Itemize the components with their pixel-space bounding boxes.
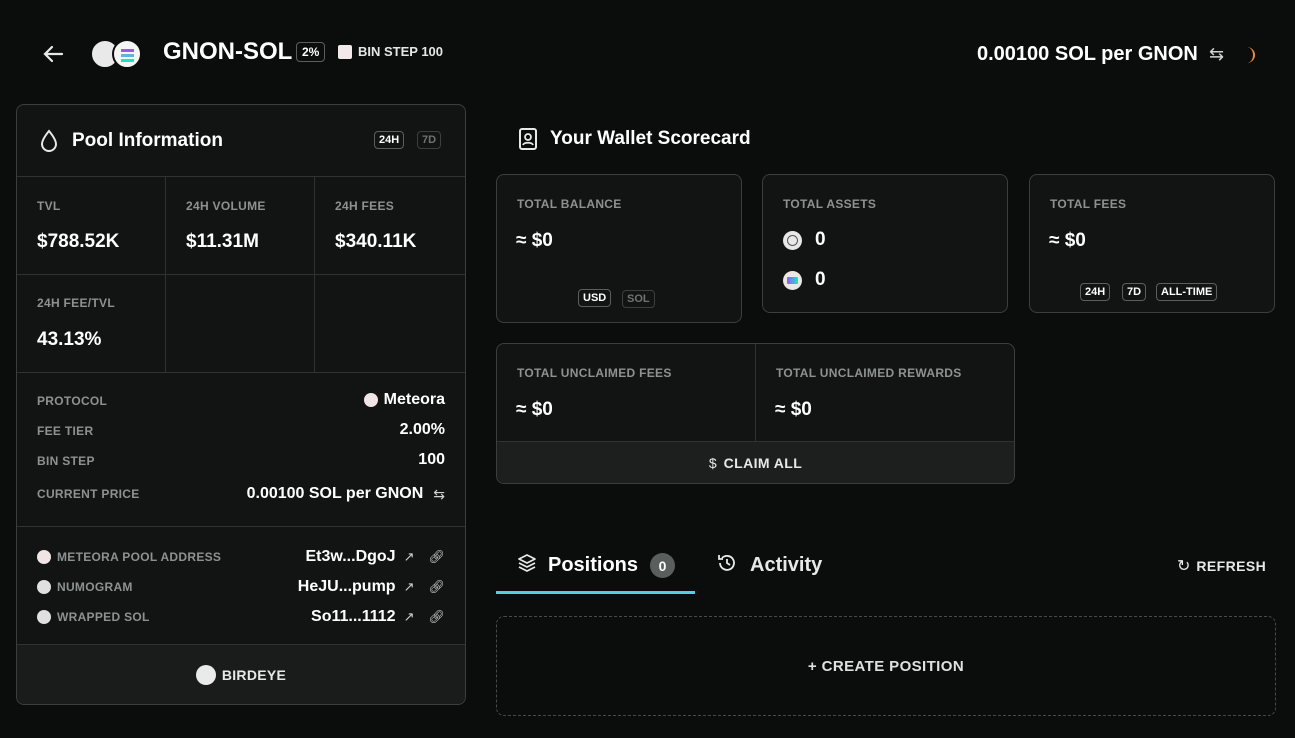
wallet-icon — [518, 127, 538, 156]
address-row-wsol: WRAPPED SOL So11...1112 ↗ 🔗︎ — [37, 608, 445, 626]
gnon-icon — [37, 580, 51, 594]
current-price-label: CURRENT PRICE — [37, 487, 140, 501]
copy-link-icon[interactable]: 🔗︎ — [428, 549, 445, 565]
back-arrow-icon[interactable] — [40, 42, 66, 66]
pool-information-card: Pool Information 24H 7D TVL $788.52K 24H… — [16, 104, 466, 705]
drop-icon — [39, 129, 59, 158]
currency-sol-toggle[interactable]: SOL — [622, 290, 655, 308]
refresh-button[interactable]: ↻ REFRESH — [1177, 556, 1266, 576]
address-link[interactable]: So11...1112 — [311, 608, 396, 626]
tvl-value: $788.52K — [37, 231, 120, 252]
copy-link-icon[interactable]: 🔗︎ — [428, 579, 445, 595]
pool-info-title: Pool Information — [72, 130, 223, 151]
swap-icon[interactable]: ⇆ — [433, 486, 445, 503]
layers-icon — [516, 552, 538, 579]
sol-token-icon — [112, 39, 142, 69]
total-assets-card: TOTAL ASSETS 0 0 — [762, 174, 1008, 313]
fees-alltime-toggle[interactable]: ALL-TIME — [1156, 283, 1218, 301]
fee-tier-label: FEE TIER — [37, 424, 94, 438]
divider — [17, 176, 465, 177]
pair-logo — [90, 39, 146, 69]
bin-step-value: 100 — [418, 451, 445, 468]
sol-icon — [37, 610, 51, 624]
unclaimed-card: TOTAL UNCLAIMED FEES ≈ $0 TOTAL UNCLAIME… — [496, 343, 1015, 484]
bin-step-label: BIN STEP — [37, 454, 95, 468]
loading-spinner-icon — [1241, 47, 1255, 63]
volume-label: 24H VOLUME — [186, 199, 266, 213]
pair-title: GNON-SOL — [163, 38, 293, 65]
currency-usd-toggle[interactable]: USD — [578, 289, 612, 307]
refresh-icon: ↻ — [1177, 558, 1191, 575]
claim-all-button[interactable]: $ CLAIM ALL — [497, 441, 1014, 483]
fees-24h-toggle[interactable]: 24H — [1080, 283, 1111, 301]
birdeye-button[interactable]: BIRDEYE — [17, 644, 465, 704]
swap-price-icon[interactable]: ⇆ — [1209, 44, 1224, 65]
gnon-icon — [783, 230, 802, 250]
tvl-label: TVL — [37, 199, 61, 213]
fees-7d-toggle[interactable]: 7D — [1122, 283, 1147, 301]
address-row-meteora: METEORA POOL ADDRESS Et3w...DgoJ ↗ 🔗︎ — [37, 548, 445, 566]
range-24h-toggle[interactable]: 24H — [374, 131, 405, 149]
sol-icon — [783, 270, 802, 290]
total-fees-card: TOTAL FEES ≈ $0 24H 7D ALL-TIME — [1029, 174, 1275, 313]
create-position-button[interactable]: + CREATE POSITION — [496, 616, 1276, 716]
fee-tvl-value: 43.13% — [37, 329, 102, 350]
meteora-icon — [363, 393, 378, 407]
volume-value: $11.31M — [186, 231, 259, 252]
meteora-icon — [37, 550, 51, 564]
tab-positions[interactable]: Positions 0 — [496, 540, 695, 594]
address-link[interactable]: Et3w...DgoJ — [305, 548, 395, 566]
external-link-icon[interactable]: ↗ — [404, 579, 415, 595]
history-icon — [716, 552, 738, 579]
fee-badge: 2% — [296, 42, 326, 62]
copy-link-icon[interactable]: 🔗︎ — [428, 609, 445, 625]
fee-tvl-label: 24H FEE/TVL — [37, 296, 115, 310]
fee-tier-value: 2.00% — [399, 421, 445, 438]
fees-value: $340.11K — [335, 231, 417, 252]
bin-step-badge: BIN STEP 100 — [338, 44, 443, 59]
birdeye-icon — [195, 664, 216, 685]
range-7d-toggle[interactable]: 7D — [417, 131, 442, 149]
address-row-numogram: NUMOGRAM HeJU...pump ↗ 🔗︎ — [37, 578, 445, 596]
positions-count-badge: 0 — [650, 553, 675, 578]
bin-step-icon — [338, 44, 352, 59]
fees-label: 24H FEES — [335, 199, 395, 213]
tab-activity[interactable]: Activity — [716, 552, 822, 579]
dollar-icon: $ — [708, 454, 717, 471]
protocol-label: PROTOCOL — [37, 394, 108, 408]
external-link-icon[interactable]: ↗ — [404, 609, 415, 625]
current-price-value: 0.00100 SOL per GNON ⇆ — [246, 485, 445, 503]
external-link-icon[interactable]: ↗ — [404, 549, 415, 565]
protocol-value: Meteora — [363, 391, 445, 409]
header-price: 0.00100 SOL per GNON — [977, 43, 1198, 65]
scorecard-title: Your Wallet Scorecard — [550, 128, 751, 149]
address-link[interactable]: HeJU...pump — [298, 578, 396, 596]
total-balance-card: TOTAL BALANCE ≈ $0 USD SOL — [496, 174, 742, 323]
